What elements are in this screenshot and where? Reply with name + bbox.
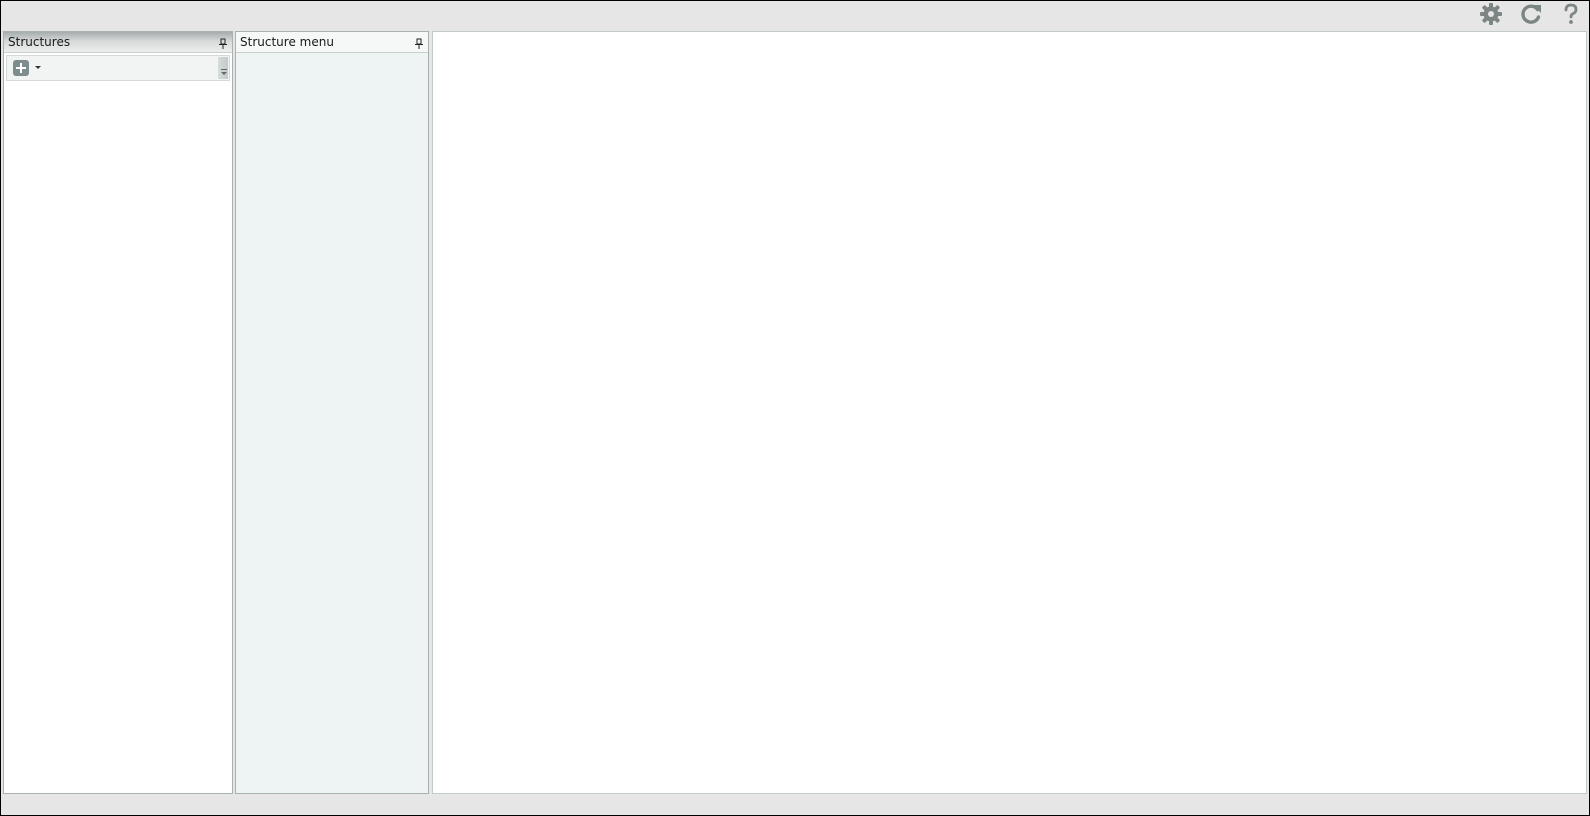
status-bar [1,794,1589,815]
app-window: Structures Structure menu [0,0,1590,816]
refresh-icon[interactable] [1517,1,1545,27]
top-toolbar [1,1,1589,31]
pin-icon[interactable] [414,36,424,49]
structures-panel-header: Structures [4,32,232,53]
main-content-area [432,31,1587,794]
structure-menu-panel: Structure menu [235,31,429,794]
pin-icon[interactable] [218,36,228,49]
structures-toolbar [6,55,230,81]
gear-icon[interactable] [1477,1,1505,27]
toolbar-overflow-button[interactable] [218,57,228,79]
structure-menu-panel-header: Structure menu [236,32,428,53]
structures-panel-title: Structures [8,35,71,49]
caret-down-icon[interactable] [35,66,41,69]
add-structure-button[interactable] [13,60,29,76]
structure-menu-panel-title: Structure menu [240,35,334,49]
structures-panel: Structures [3,31,233,794]
help-icon[interactable] [1557,1,1585,27]
